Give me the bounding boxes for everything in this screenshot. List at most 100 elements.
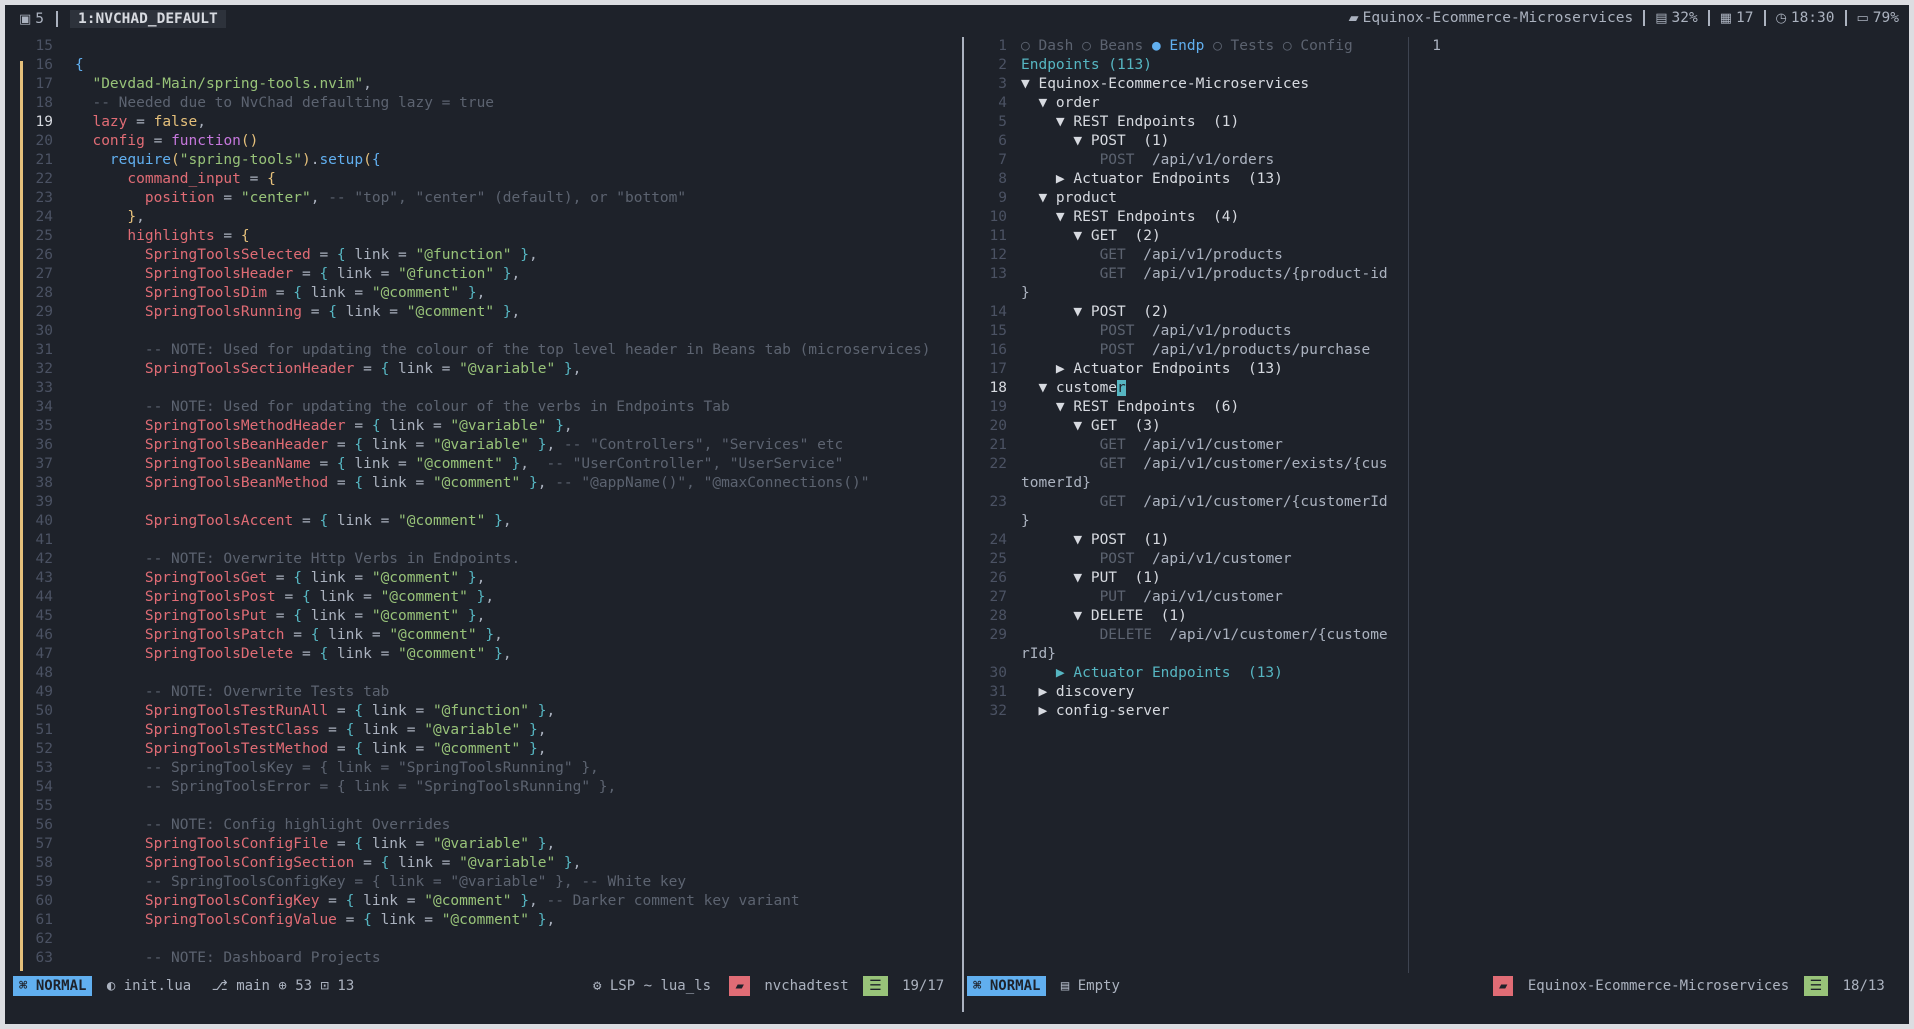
code-line[interactable]: 39 [15, 493, 931, 512]
code-line[interactable]: 41 [15, 531, 931, 550]
tree-line[interactable]: 9 ▼ product [965, 189, 1405, 208]
code-line[interactable]: 58 SpringToolsConfigSection = { link = "… [15, 854, 931, 873]
tree-line[interactable]: 6 ▼ POST (1) [965, 132, 1405, 151]
code-line[interactable]: 57 SpringToolsConfigFile = { link = "@va… [15, 835, 931, 854]
code-line[interactable]: 37 SpringToolsBeanName = { link = "@comm… [15, 455, 931, 474]
tree-line[interactable]: 24 ▼ POST (1) [965, 531, 1405, 550]
tree-line[interactable]: 28 ▼ DELETE (1) [965, 607, 1405, 626]
code-line[interactable]: 48 [15, 664, 931, 683]
code-line[interactable]: 49 -- NOTE: Overwrite Tests tab [15, 683, 931, 702]
code-line[interactable]: 29 SpringToolsRunning = { link = "@comme… [15, 303, 931, 322]
tree-line[interactable]: } [965, 512, 1405, 531]
code-line[interactable]: 59 -- SpringToolsConfigKey = { link = "@… [15, 873, 931, 892]
code-line[interactable]: 51 SpringToolsTestClass = { link = "@var… [15, 721, 931, 740]
code-line[interactable]: 25 highlights = { [15, 227, 931, 246]
code-line[interactable]: 46 SpringToolsPatch = { link = "@comment… [15, 626, 931, 645]
code-line[interactable]: 36 SpringToolsBeanHeader = { link = "@va… [15, 436, 931, 455]
tree-line[interactable]: 5 ▼ REST Endpoints (1) [965, 113, 1405, 132]
tree-line[interactable]: 2 Endpoints (113) [965, 56, 1405, 75]
code-line[interactable]: 17 "Devdad-Main/spring-tools.nvim", [15, 75, 931, 94]
code-line[interactable]: 31 -- NOTE: Used for updating the colour… [15, 341, 931, 360]
code-line[interactable]: 15 [15, 37, 931, 56]
code-line[interactable]: 16 { [15, 56, 931, 75]
code-line[interactable]: 35 SpringToolsMethodHeader = { link = "@… [15, 417, 931, 436]
tree-line[interactable]: 22 GET /api/v1/customer/exists/{cus [965, 455, 1405, 474]
code-line[interactable]: 27 SpringToolsHeader = { link = "@functi… [15, 265, 931, 284]
tree-line[interactable]: 1 ○ Dash ○ Beans ● Endp ○ Tests ○ Config [965, 37, 1405, 56]
tree-line[interactable]: 18 ▼ customer [965, 379, 1405, 398]
code-line[interactable]: 45 SpringToolsPut = { link = "@comment" … [15, 607, 931, 626]
code-line[interactable]: 60 SpringToolsConfigKey = { link = "@com… [15, 892, 931, 911]
code-line[interactable]: 63 -- NOTE: Dashboard Projects [15, 949, 931, 968]
code-line[interactable]: 33 [15, 379, 931, 398]
code-line[interactable]: 61 SpringToolsConfigValue = { link = "@c… [15, 911, 931, 930]
time: 18:30 [1790, 10, 1835, 26]
spring-tools-pane[interactable]: 1 ○ Dash ○ Beans ● Endp ○ Tests ○ Config 2… [965, 37, 1405, 973]
code-line[interactable]: 43 SpringToolsGet = { link = "@comment" … [15, 569, 931, 588]
tree-line[interactable]: 13 GET /api/v1/products/{product-id [965, 265, 1405, 284]
code-line[interactable]: 38 SpringToolsBeanMethod = { link = "@co… [15, 474, 931, 493]
tree-line[interactable]: 12 GET /api/v1/products [965, 246, 1405, 265]
tree-line[interactable]: 30 ▶ Actuator Endpoints (13) [965, 664, 1405, 683]
code-line[interactable]: 56 -- NOTE: Config highlight Overrides [15, 816, 931, 835]
tree-line[interactable]: 14 ▼ POST (2) [965, 303, 1405, 322]
code-line[interactable]: 22 command_input = { [15, 170, 931, 189]
code-line[interactable]: 42 -- NOTE: Overwrite Http Verbs in Endp… [15, 550, 931, 569]
tree-line[interactable]: } [965, 284, 1405, 303]
editor-pane-left[interactable]: 15 16 {17 "Devdad-Main/spring-tools.nvim",… [15, 37, 959, 973]
line-text: SpringToolsConfigValue = { link = "@comm… [75, 912, 555, 928]
code-line[interactable]: 21 require("spring-tools").setup({ [15, 151, 931, 170]
tree-line[interactable]: 20 ▼ GET (3) [965, 417, 1405, 436]
code-line[interactable]: 23 position = "center", -- "top", "cente… [15, 189, 931, 208]
code-line[interactable]: 28 SpringToolsDim = { link = "@comment" … [15, 284, 931, 303]
tree-line[interactable]: 11 ▼ GET (2) [965, 227, 1405, 246]
tree-line[interactable]: 23 GET /api/v1/customer/{customerId [965, 493, 1405, 512]
code-line[interactable]: 52 SpringToolsTestMethod = { link = "@co… [15, 740, 931, 759]
tree-line[interactable]: 31 ▶ discovery [965, 683, 1405, 702]
tree-line[interactable]: 4 ▼ order [965, 94, 1405, 113]
code-line[interactable]: 26 SpringToolsSelected = { link = "@func… [15, 246, 931, 265]
terminal-icon: ▣ [19, 11, 32, 27]
code-line[interactable]: 18 -- Needed due to NvChad defaulting la… [15, 94, 931, 113]
tree-line[interactable]: 25 POST /api/v1/customer [965, 550, 1405, 569]
code-line[interactable]: 47 SpringToolsDelete = { link = "@commen… [15, 645, 931, 664]
code-line[interactable]: 55 [15, 797, 931, 816]
file-name[interactable]: ◐ init.lua [101, 976, 197, 996]
code-line[interactable]: 50 SpringToolsTestRunAll = { link = "@fu… [15, 702, 931, 721]
tree-line[interactable]: rId} [965, 645, 1405, 664]
code-line[interactable]: 44 SpringToolsPost = { link = "@comment"… [15, 588, 931, 607]
vertical-split-divider[interactable] [962, 37, 964, 1012]
code-line[interactable]: 32 SpringToolsSectionHeader = { link = "… [15, 360, 931, 379]
tree-line[interactable]: 10 ▼ REST Endpoints (4) [965, 208, 1405, 227]
tree-line[interactable]: 32 ▶ config-server [965, 702, 1405, 721]
code-line[interactable]: 40 SpringToolsAccent = { link = "@commen… [15, 512, 931, 531]
tree-line[interactable]: 19 ▼ REST Endpoints (6) [965, 398, 1405, 417]
empty-buffer-pane[interactable]: 1 [1408, 37, 1899, 973]
token: , [520, 456, 547, 472]
endpoints-tree[interactable]: 1 ○ Dash ○ Beans ● Endp ○ Tests ○ Config 2… [965, 37, 1405, 721]
code-line[interactable]: 53 -- SpringToolsKey = { link = "SpringT… [15, 759, 931, 778]
tree-line[interactable]: tomerId} [965, 474, 1405, 493]
tree-line[interactable]: 15 POST /api/v1/products [965, 322, 1405, 341]
tree-line[interactable]: 3 ▼ Equinox-Ecommerce-Microservices [965, 75, 1405, 94]
tree-line[interactable]: 8 ▶ Actuator Endpoints (13) [965, 170, 1405, 189]
session-tab[interactable]: 1:NVCHAD_DEFAULT [70, 10, 226, 28]
token: = [319, 722, 346, 738]
tree-line[interactable]: 21 GET /api/v1/customer [965, 436, 1405, 455]
code-line[interactable]: 54 -- SpringToolsError = { link = "Sprin… [15, 778, 931, 797]
line-text: SpringToolsRunning = { link = "@comment"… [75, 304, 520, 320]
code-line[interactable]: 62 [15, 930, 931, 949]
code-line[interactable]: 34 -- NOTE: Used for updating the colour… [15, 398, 931, 417]
tree-line[interactable]: 27 PUT /api/v1/customer [965, 588, 1405, 607]
tree-line[interactable]: 7 POST /api/v1/orders [965, 151, 1405, 170]
tree-line[interactable]: 17 ▶ Actuator Endpoints (13) [965, 360, 1405, 379]
tree-line[interactable]: 16 POST /api/v1/products/purchase [965, 341, 1405, 360]
tree-line[interactable]: 29 DELETE /api/v1/customer/{custome [965, 626, 1405, 645]
code-buffer[interactable]: 15 16 {17 "Devdad-Main/spring-tools.nvim",… [15, 37, 931, 968]
code-line[interactable]: 30 [15, 322, 931, 341]
file-name[interactable]: ▤ Empty [1055, 976, 1126, 996]
code-line[interactable]: 24 }, [15, 208, 931, 227]
code-line[interactable]: 19 lazy = false, [15, 113, 931, 132]
tree-line[interactable]: 26 ▼ PUT (1) [965, 569, 1405, 588]
code-line[interactable]: 20 config = function() [15, 132, 931, 151]
